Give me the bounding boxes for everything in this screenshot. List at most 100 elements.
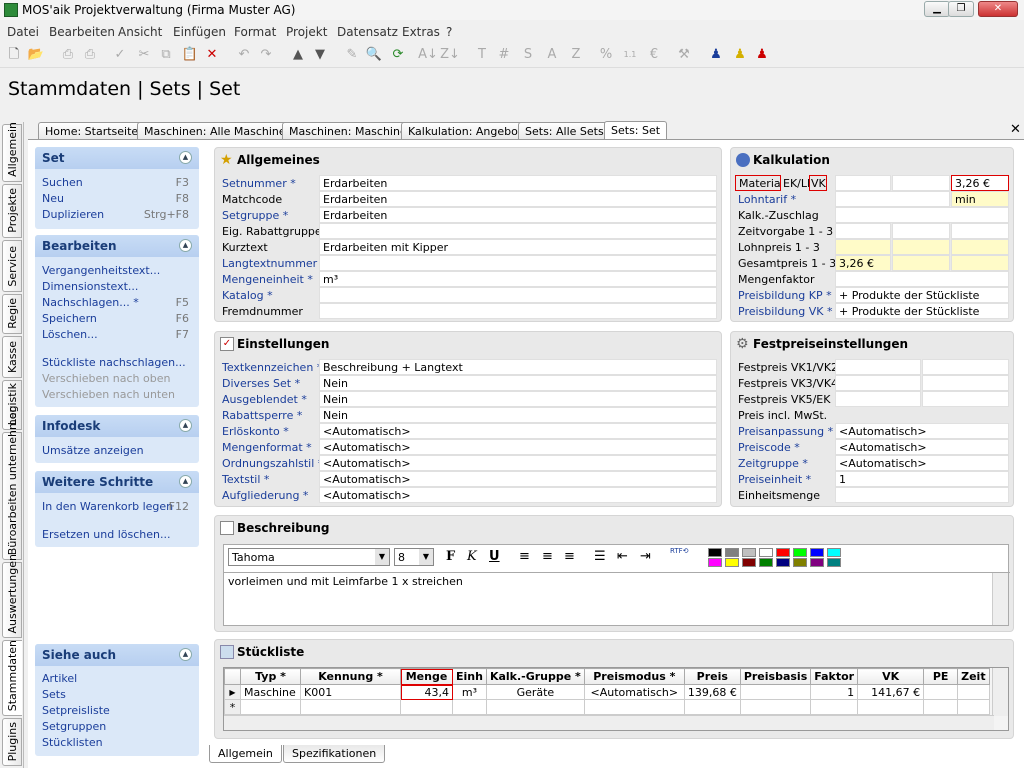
tab-maschine[interactable]: Maschinen: Maschine xyxy=(282,122,414,139)
task-umsaetze[interactable]: Umsätze anzeigen xyxy=(42,444,144,457)
fest-field-festpreis-vk5-ek-2[interactable] xyxy=(922,391,1009,407)
einst-field-ausgeblendet[interactable]: Nein xyxy=(319,391,717,407)
empty-cell[interactable] xyxy=(857,699,925,715)
print-preview-icon[interactable]: ⎙ xyxy=(58,45,78,65)
rtf-icon[interactable]: RTF⟲ xyxy=(670,547,689,555)
kalk-field-lohnpreis-1-3-2[interactable] xyxy=(892,239,950,255)
underline-icon[interactable]: U xyxy=(489,549,500,564)
fest-field-preis-incl[interactable] xyxy=(835,407,1009,423)
text-format-icon[interactable]: T xyxy=(472,45,492,65)
menu-einfuegen[interactable]: Einfügen xyxy=(173,25,226,39)
kalk-field-lohntarif-1[interactable] xyxy=(835,191,950,207)
user-red-icon[interactable]: ♟ xyxy=(752,45,772,65)
color-swatch[interactable] xyxy=(759,548,773,557)
bold-icon[interactable]: F xyxy=(446,549,455,564)
align-right-icon[interactable]: ≡ xyxy=(564,549,575,564)
allg-field-katalog[interactable] xyxy=(319,287,717,303)
paste-icon[interactable]: 📋 xyxy=(180,45,200,65)
kalk-label-preisbildung-vk[interactable]: Preisbildung VK * xyxy=(738,305,833,318)
einst-field-mengenformat[interactable]: <Automatisch> xyxy=(319,439,717,455)
cell-kennung[interactable]: K001 xyxy=(300,684,401,700)
color-swatch[interactable] xyxy=(708,558,722,567)
menu-projekt[interactable]: Projekt xyxy=(286,25,327,39)
task-suchen[interactable]: Suchen xyxy=(42,176,83,189)
link-sets[interactable]: Sets xyxy=(42,688,66,701)
outdent-icon[interactable]: ⇤ xyxy=(617,549,628,564)
fest-field-festpreis-vk3-vk4-2[interactable] xyxy=(922,375,1009,391)
fest-field-festpreis-vk1-vk2-1[interactable] xyxy=(835,359,921,375)
cell-preismodus[interactable]: <Automatisch> xyxy=(583,684,685,700)
vtab-stammdaten[interactable]: Stammdaten xyxy=(2,640,22,716)
v-scrollbar[interactable] xyxy=(992,668,1008,716)
color-swatch[interactable] xyxy=(708,548,722,557)
sort-desc-icon[interactable]: Z↓ xyxy=(440,45,460,65)
maximize-button[interactable]: ❐ xyxy=(948,1,974,17)
column-header-preis[interactable]: Preis xyxy=(683,668,741,685)
a-format-icon[interactable]: A xyxy=(542,45,562,65)
menu-help[interactable]: ? xyxy=(446,25,452,39)
einst-label-diverses-set[interactable]: Diverses Set * xyxy=(222,377,300,390)
kalk-field-gesamtpreis-1-3-3[interactable] xyxy=(951,255,1009,271)
column-header-menge[interactable]: Menge xyxy=(400,668,453,685)
color-swatch[interactable] xyxy=(793,548,807,557)
column-header-zeit[interactable]: Zeit xyxy=(957,668,990,685)
color-swatch[interactable] xyxy=(759,558,773,567)
fest-field-festpreis-vk3-vk4-1[interactable] xyxy=(835,375,921,391)
taskpanel-set-header[interactable]: Set ▲ xyxy=(35,147,199,169)
vtab-kasse[interactable]: Kasse xyxy=(2,336,22,378)
allg-field-setgruppe[interactable]: Erdarbeiten xyxy=(319,207,717,223)
einst-field-erlöskonto[interactable]: <Automatisch> xyxy=(319,423,717,439)
empty-cell[interactable] xyxy=(300,699,401,715)
fest-field-preisanpassung[interactable]: <Automatisch> xyxy=(835,423,1009,439)
color-swatch[interactable] xyxy=(827,558,841,567)
einst-label-rabattsperre[interactable]: Rabattsperre * xyxy=(222,409,302,422)
empty-cell[interactable] xyxy=(810,699,859,715)
task-neu[interactable]: Neu xyxy=(42,192,64,205)
kalk-field-lohnpreis-1-3-1[interactable] xyxy=(835,239,891,255)
h-scrollbar[interactable] xyxy=(224,715,994,730)
color-swatch[interactable] xyxy=(725,558,739,567)
numbering-icon[interactable]: 1.1 xyxy=(620,45,640,65)
vtab-regie[interactable]: Regie xyxy=(2,294,22,334)
link-setgruppen[interactable]: Setgruppen xyxy=(42,720,106,733)
cell-faktor[interactable]: 1 xyxy=(810,684,859,700)
kalk-field-lohntarif-unit[interactable]: min xyxy=(951,191,1009,207)
fest-label-preisanpassung[interactable]: Preisanpassung * xyxy=(738,425,833,438)
color-swatch[interactable] xyxy=(776,558,790,567)
kalk-field-preisbildung-kp[interactable]: + Produkte der Stückliste xyxy=(835,287,1009,303)
move-down-icon[interactable]: ▼ xyxy=(310,45,330,65)
task-verschieben-oben[interactable]: Verschieben nach oben xyxy=(42,372,170,385)
task-speichern[interactable]: Speichern xyxy=(42,312,97,325)
kalk-field-zeitvorgabe-1-3-1[interactable] xyxy=(835,223,891,239)
percent-icon[interactable]: % xyxy=(596,45,616,65)
column-header-kennung[interactable]: Kennung * xyxy=(300,668,401,685)
allg-field-eig-rabattgruppe[interactable] xyxy=(319,223,717,239)
copy-icon[interactable]: ⧉ xyxy=(156,45,176,65)
fest-field-preiseinheit[interactable]: 1 xyxy=(835,471,1009,487)
color-swatch[interactable] xyxy=(776,548,790,557)
vk-tab[interactable]: VK xyxy=(809,175,827,191)
cell-preis[interactable]: 139,68 € xyxy=(683,684,741,700)
color-swatch[interactable] xyxy=(793,558,807,567)
fest-field-festpreis-vk1-vk2-2[interactable] xyxy=(922,359,1009,375)
column-header-typ[interactable]: Typ * xyxy=(240,668,301,685)
kalk-field-2[interactable] xyxy=(892,175,950,191)
einst-field-ordnungszahlstil[interactable]: <Automatisch> xyxy=(319,455,717,471)
cell-menge[interactable]: 43,4 xyxy=(400,684,453,700)
color-swatch[interactable] xyxy=(827,548,841,557)
user-blue-icon[interactable]: ♟ xyxy=(706,45,726,65)
cut-icon[interactable]: ✂ xyxy=(134,45,154,65)
task-stueckliste-nachschlagen[interactable]: Stückliste nachschlagen... xyxy=(42,356,186,369)
kalk-vk-value[interactable]: 3,26 € xyxy=(951,175,1009,191)
column-header-pe[interactable]: PE xyxy=(923,668,959,685)
link-artikel[interactable]: Artikel xyxy=(42,672,77,685)
task-ersetzen[interactable]: Ersetzen und löschen... xyxy=(42,528,170,541)
kalk-label-preisbildung-kp[interactable]: Preisbildung KP * xyxy=(738,289,832,302)
task-loeschen[interactable]: Löschen... xyxy=(42,328,98,341)
column-header-kalk-gruppe[interactable]: Kalk.-Gruppe * xyxy=(485,668,585,685)
cell-pe[interactable] xyxy=(923,684,959,700)
allg-label-mengeneinheit[interactable]: Mengeneinheit * xyxy=(222,273,313,286)
new-row-marker[interactable]: * xyxy=(224,699,241,715)
task-duplizieren[interactable]: Duplizieren xyxy=(42,208,104,221)
empty-cell[interactable] xyxy=(923,699,959,715)
